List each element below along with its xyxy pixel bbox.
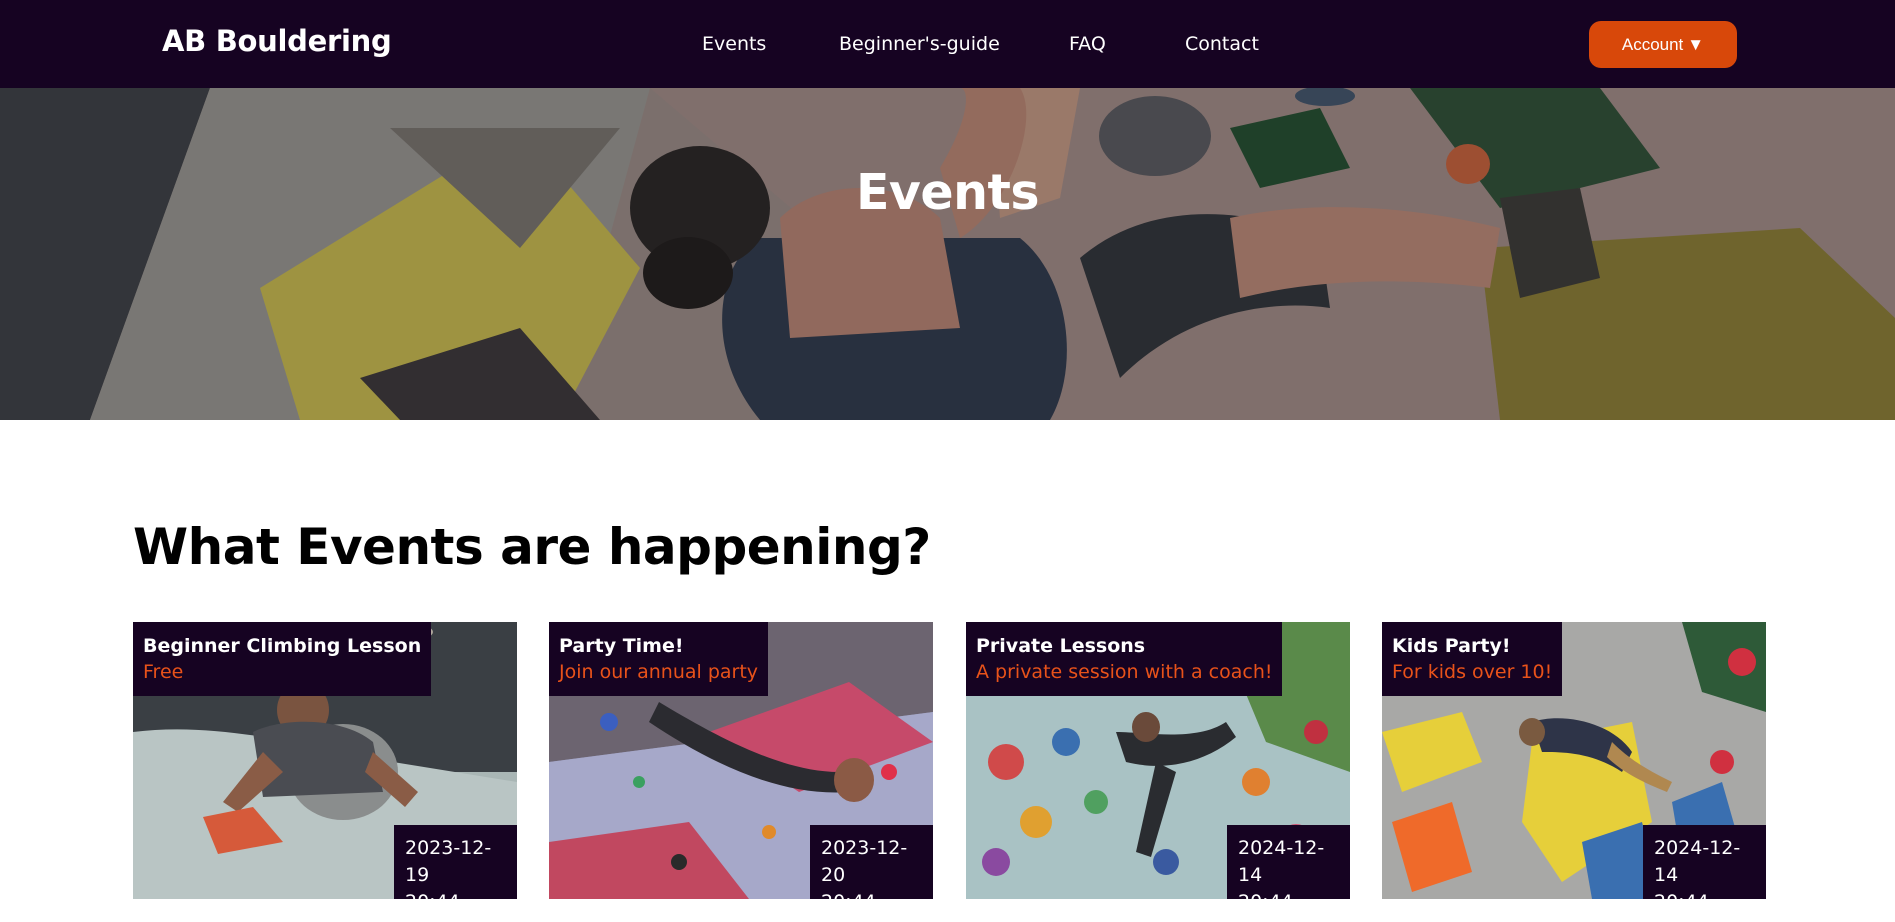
- nav-link-beginners-guide[interactable]: Beginner's-guide: [839, 33, 1000, 55]
- account-label: Account: [1621, 34, 1684, 54]
- event-datetime: 2023-12-20 20:44: [810, 825, 933, 899]
- event-title: Beginner Climbing Lesson: [143, 635, 422, 657]
- brand-logo[interactable]: AB Bouldering: [162, 24, 392, 58]
- event-title: Party Time!: [559, 635, 684, 657]
- event-date: 2024-12-14: [1238, 837, 1325, 886]
- event-date: 2024-12-14: [1654, 837, 1741, 886]
- hero-banner: Events: [0, 88, 1895, 420]
- event-card[interactable]: Party Time! Join our annual party 2023-1…: [549, 622, 933, 899]
- hero-climber-image: [0, 88, 1895, 420]
- nav-link-contact[interactable]: Contact: [1185, 33, 1259, 55]
- event-subtitle: For kids over 10!: [1392, 661, 1553, 683]
- event-card[interactable]: Beginner Climbing Lesson Free 2023-12-19…: [133, 622, 517, 899]
- event-subtitle: A private session with a coach!: [976, 661, 1273, 683]
- event-subtitle: Join our annual party: [559, 661, 759, 683]
- event-subtitle: Free: [143, 661, 184, 683]
- event-card[interactable]: Private Lessons A private session with a…: [966, 622, 1350, 899]
- event-header: Beginner Climbing Lesson Free: [133, 622, 432, 696]
- caret-down-icon: ▼: [1687, 34, 1705, 54]
- account-button[interactable]: Account ▼: [1589, 21, 1737, 68]
- event-datetime: 2024-12-14 20:44: [1227, 825, 1350, 899]
- event-card[interactable]: Kids Party! For kids over 10! 2024-12-14…: [1382, 622, 1766, 899]
- event-time: 20:44: [1238, 889, 1340, 899]
- event-header: Kids Party! For kids over 10!: [1382, 622, 1563, 696]
- navbar: AB Bouldering Events Beginner's-guide FA…: [0, 0, 1895, 88]
- nav-link-faq[interactable]: FAQ: [1069, 33, 1106, 55]
- event-datetime: 2024-12-14 20:44: [1643, 825, 1766, 899]
- event-time: 20:44: [821, 889, 923, 899]
- event-title: Kids Party!: [1392, 635, 1511, 657]
- event-time: 20:44: [405, 889, 507, 899]
- section-title: What Events are happening?: [133, 518, 931, 576]
- nav-link-events[interactable]: Events: [702, 33, 766, 55]
- event-header: Party Time! Join our annual party: [549, 622, 769, 696]
- event-title: Private Lessons: [976, 635, 1146, 657]
- event-date: 2023-12-20: [821, 837, 908, 886]
- event-datetime: 2023-12-19 20:44: [394, 825, 517, 899]
- hero-title: Events: [855, 164, 1040, 221]
- event-date: 2023-12-19: [405, 837, 492, 886]
- event-header: Private Lessons A private session with a…: [966, 622, 1283, 696]
- event-time: 20:44: [1654, 889, 1756, 899]
